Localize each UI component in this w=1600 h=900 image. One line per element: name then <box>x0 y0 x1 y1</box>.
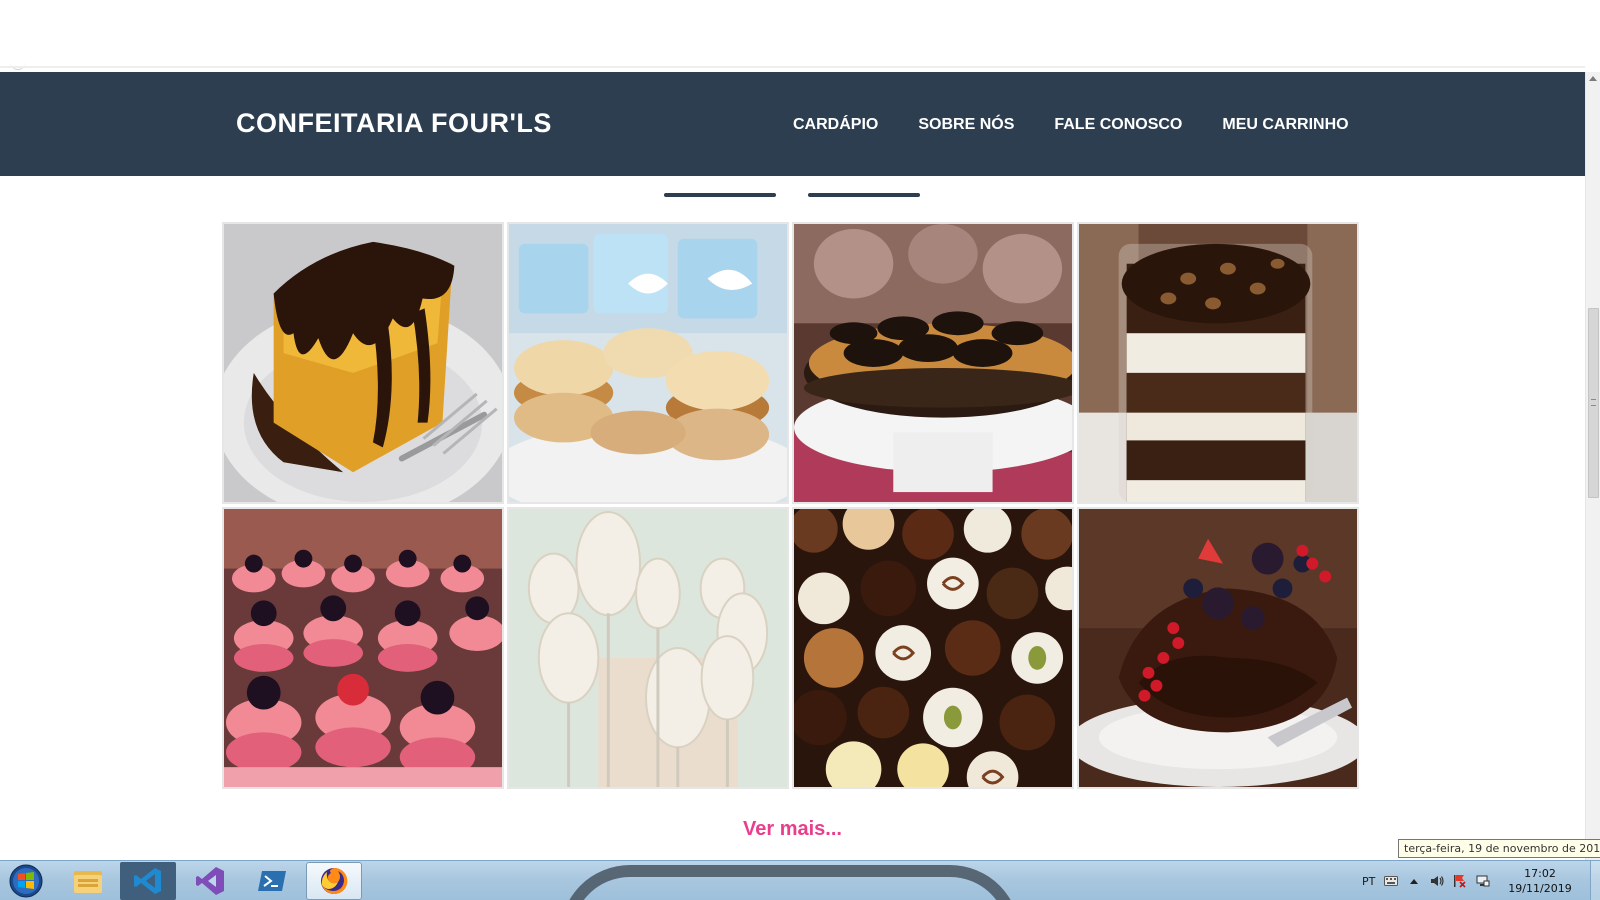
main-nav: CARDÁPIO SOBRE NÓS FALE CONOSCO MEU CARR… <box>793 116 1349 134</box>
nav-link-sobre-nos[interactable]: SOBRE NÓS <box>918 116 1014 134</box>
site-brand[interactable]: CONFEITARIA FOUR'LS <box>236 108 552 139</box>
taskbar-app-powershell[interactable] <box>244 862 300 900</box>
grip-icon <box>1591 399 1596 406</box>
action-center-flag-icon[interactable] <box>1453 874 1467 888</box>
browser-top-area <box>0 0 1600 72</box>
show-hidden-icons-chevron-icon[interactable] <box>1407 874 1421 888</box>
berry-macarons-image <box>224 509 502 787</box>
gallery-item-alfajores[interactable] <box>507 222 789 504</box>
gallery-item-assorted-bonbons[interactable] <box>792 507 1074 789</box>
chocolate-trifle-cup-image <box>1079 224 1357 502</box>
product-gallery <box>222 222 1362 789</box>
scrollbar-thumb[interactable] <box>1588 308 1599 498</box>
page-scrollbar[interactable] <box>1585 72 1600 860</box>
windows-taskbar: PT 17:02 19/11/2019 <box>0 860 1600 900</box>
system-tray: PT <box>1362 861 1490 900</box>
ver-mais-container: Ver mais... <box>0 818 1585 841</box>
firefox-icon <box>321 867 348 894</box>
section-divider-left <box>664 193 776 197</box>
assorted-bonbons-image <box>794 509 1072 787</box>
nav-link-cardapio[interactable]: CARDÁPIO <box>793 116 878 134</box>
gallery-item-eclair-cake[interactable] <box>792 222 1074 504</box>
taskbar-wallpaper-shape <box>560 865 1020 900</box>
date-tooltip: terça-feira, 19 de novembro de 2019 <box>1398 839 1600 858</box>
taskbar-app-vscode[interactable] <box>120 862 176 900</box>
gallery-item-chocolate-carrot-cake[interactable] <box>222 222 504 504</box>
white-chocolate-cake-pops-image <box>509 509 787 787</box>
powershell-icon <box>258 871 286 891</box>
taskbar-app-firefox[interactable] <box>306 862 362 900</box>
site-header: CONFEITARIA FOUR'LS CARDÁPIO SOBRE NÓS F… <box>0 72 1585 176</box>
system-clock[interactable]: 17:02 19/11/2019 <box>1500 866 1580 896</box>
visual-studio-icon <box>196 867 224 895</box>
windows-orb-icon <box>9 864 43 898</box>
gallery-item-white-chocolate-cake-pops[interactable] <box>507 507 789 789</box>
clock-time: 17:02 <box>1524 867 1556 880</box>
taskbar-app-visual-studio[interactable] <box>182 862 238 900</box>
show-desktop-button[interactable] <box>1590 861 1600 900</box>
nav-link-meu-carrinho[interactable]: MEU CARRINHO <box>1222 116 1348 134</box>
network-icon[interactable] <box>1476 874 1490 888</box>
ver-mais-link[interactable]: Ver mais... <box>743 818 842 840</box>
browser-content-separator <box>0 66 1585 68</box>
gallery-item-chocolate-shell-berries[interactable] <box>1077 507 1359 789</box>
chocolate-carrot-cake-image <box>224 224 502 502</box>
gallery-item-chocolate-trifle-cup[interactable] <box>1077 222 1359 504</box>
screen: CONFEITARIA FOUR'LS CARDÁPIO SOBRE NÓS F… <box>0 0 1600 900</box>
file-explorer-icon <box>74 871 102 893</box>
gallery-item-berry-macarons[interactable] <box>222 507 504 789</box>
chocolate-shell-berries-image <box>1079 509 1357 787</box>
keyboard-icon[interactable] <box>1384 874 1399 888</box>
volume-icon[interactable] <box>1430 874 1444 888</box>
vscode-icon <box>134 868 161 894</box>
start-button[interactable] <box>6 863 46 899</box>
scroll-up-arrow-icon[interactable] <box>1589 76 1597 81</box>
alfajores-image <box>509 224 787 502</box>
nav-link-fale-conosco[interactable]: FALE CONOSCO <box>1054 116 1182 134</box>
section-divider-right <box>808 193 920 197</box>
eclair-cake-image <box>794 224 1072 502</box>
taskbar-app-explorer[interactable] <box>60 862 116 900</box>
language-indicator[interactable]: PT <box>1362 875 1375 888</box>
clock-date: 19/11/2019 <box>1508 882 1572 895</box>
